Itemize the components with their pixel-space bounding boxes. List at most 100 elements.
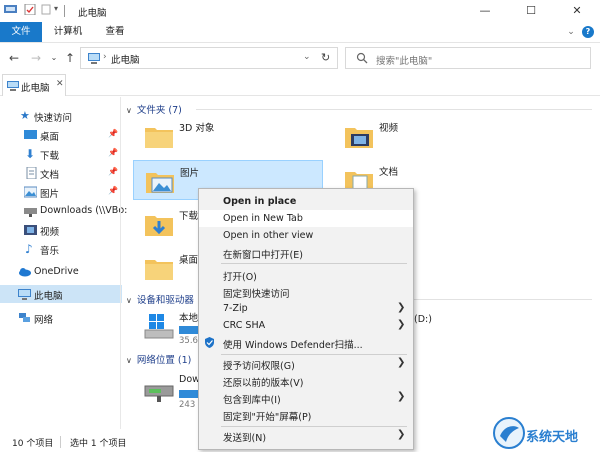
- tab-label: 此电脑: [21, 83, 50, 94]
- sidebar-item-documents[interactable]: 文档 📌: [0, 164, 122, 182]
- menu-item-crc-sha[interactable]: CRC SHA ❯: [199, 317, 413, 334]
- menu-item-defender-scan[interactable]: 使用 Windows Defender扫描...: [199, 334, 413, 351]
- menu-item-open[interactable]: 打开(O): [199, 266, 413, 283]
- computer-icon: [88, 53, 100, 64]
- maximize-button[interactable]: ☐: [508, 0, 554, 22]
- forward-arrow-icon[interactable]: →: [28, 50, 44, 66]
- properties-icon[interactable]: [24, 4, 37, 15]
- menu-item-label: Open in other view: [223, 230, 314, 241]
- menu-item-restore-versions[interactable]: 还原以前的版本(V): [199, 372, 413, 389]
- address-path: 此电脑: [111, 55, 140, 66]
- folder-videos[interactable]: 视频: [333, 116, 523, 156]
- group-header-label: 文件夹 (7): [136, 105, 182, 116]
- sidebar-item-videos[interactable]: 视频: [0, 221, 122, 239]
- menu-item-label: 固定到"开始"屏幕(P): [223, 412, 312, 423]
- navigation-bar: ← → ⌄ ↑ › 此电脑 ⌄ ↻ 搜索"此电脑": [0, 42, 600, 72]
- submenu-arrow-icon: ❯: [397, 391, 406, 402]
- menu-item-include-in-library[interactable]: 包含到库中(I) ❯: [199, 389, 413, 406]
- menu-item-label: 使用 Windows Defender扫描...: [223, 340, 363, 351]
- group-divider: [196, 109, 592, 110]
- document-tab-strip: 此电脑 ✕: [0, 72, 600, 96]
- sidebar-item-label: 下载: [40, 151, 60, 162]
- sidebar-item-downloads[interactable]: ⬇ 下载 📌: [0, 145, 122, 163]
- drive-d-label[interactable]: (D:): [414, 314, 432, 325]
- computer-icon: [18, 289, 31, 300]
- tab-file[interactable]: 文件: [0, 22, 42, 42]
- close-tab-icon[interactable]: ✕: [56, 79, 64, 89]
- windows-drive-icon: [144, 314, 174, 339]
- pin-icon: 📌: [108, 186, 118, 195]
- help-icon[interactable]: ?: [582, 26, 594, 38]
- chevron-down-icon: ∨: [126, 106, 132, 115]
- sidebar-divider: [120, 97, 121, 429]
- network-location-label: Dow: [179, 374, 200, 385]
- music-icon: ♪: [25, 242, 33, 256]
- menu-item-pin-to-start[interactable]: 固定到"开始"屏幕(P): [199, 406, 413, 423]
- sidebar-item-network[interactable]: 网络: [0, 309, 122, 327]
- menu-item-label: 授予访问权限(G): [223, 361, 295, 372]
- group-header-devices[interactable]: ∨ 设备和驱动器: [126, 292, 194, 306]
- recent-locations-icon[interactable]: ⌄: [46, 50, 62, 66]
- refresh-icon[interactable]: ↻: [321, 51, 330, 64]
- sidebar-item-onedrive[interactable]: OneDrive: [0, 263, 122, 281]
- quick-access-dropdown-icon[interactable]: ▾: [54, 4, 58, 18]
- breadcrumb-chevron-icon[interactable]: ›: [103, 52, 107, 62]
- address-dropdown-icon[interactable]: ⌄: [303, 52, 311, 62]
- tab-view[interactable]: 查看: [94, 22, 136, 42]
- new-folder-icon[interactable]: [40, 4, 53, 15]
- sidebar-item-desktop[interactable]: 桌面 📌: [0, 126, 122, 144]
- sidebar-item-label: 视频: [40, 227, 60, 238]
- address-bar[interactable]: › 此电脑 ⌄ ↻: [80, 47, 338, 69]
- group-header-folders[interactable]: ∨ 文件夹 (7): [126, 102, 182, 116]
- folder-label: 视频: [379, 123, 399, 134]
- sidebar-item-network-downloads[interactable]: Downloads (\\VBo:: [0, 202, 127, 220]
- menu-item-label: 固定到快速访问: [223, 289, 290, 300]
- pin-icon: 📌: [108, 129, 118, 138]
- watermark-logo: 系统天地: [488, 414, 600, 452]
- pin-icon: 📌: [108, 167, 118, 176]
- sidebar-item-label: 网络: [34, 315, 54, 326]
- context-menu: Open in place Open in New Tab Open in ot…: [198, 188, 414, 450]
- close-button[interactable]: ✕: [554, 0, 600, 22]
- sidebar-item-label: 图片: [40, 189, 60, 200]
- minimize-button[interactable]: —: [462, 0, 508, 22]
- menu-item-open-in-place[interactable]: Open in place: [199, 193, 413, 210]
- menu-item-7zip[interactable]: 7-Zip ❯: [199, 300, 413, 317]
- desktop-icon: [24, 130, 37, 139]
- folder-3d-objects[interactable]: 3D 对象: [133, 116, 323, 156]
- chevron-down-icon: ∨: [126, 296, 132, 305]
- search-icon: [356, 52, 368, 64]
- menu-item-grant-access[interactable]: 授予访问权限(G) ❯: [199, 355, 413, 372]
- status-separator: [60, 436, 61, 448]
- menu-item-label: CRC SHA: [223, 320, 266, 331]
- search-box[interactable]: 搜索"此电脑": [345, 47, 591, 69]
- submenu-arrow-icon: ❯: [397, 302, 406, 313]
- back-arrow-icon[interactable]: ←: [6, 50, 22, 66]
- tab-this-pc[interactable]: 此电脑 ✕: [2, 74, 66, 96]
- menu-item-pin-quick-access[interactable]: 固定到快速访问: [199, 283, 413, 300]
- sidebar-item-music[interactable]: ♪ 音乐: [0, 240, 122, 258]
- download-icon: ⬇: [25, 147, 36, 161]
- sidebar-item-quick-access[interactable]: ★ 快速访问: [0, 107, 122, 125]
- video-icon: [24, 225, 37, 235]
- star-icon: ★: [20, 109, 30, 122]
- menu-item-send-to[interactable]: 发送到(N) ❯: [199, 427, 413, 444]
- sidebar-item-this-pc[interactable]: 此电脑: [0, 285, 122, 303]
- tab-computer[interactable]: 计算机: [42, 22, 94, 42]
- group-header-label: 设备和驱动器: [136, 295, 194, 306]
- folder-label: 桌面: [179, 255, 199, 266]
- submenu-arrow-icon: ❯: [397, 357, 406, 368]
- group-header-network[interactable]: ∨ 网络位置 (1): [126, 352, 191, 366]
- pin-icon: 📌: [108, 148, 118, 157]
- sidebar-item-pictures[interactable]: 图片 📌: [0, 183, 122, 201]
- up-arrow-icon[interactable]: ↑: [62, 50, 78, 66]
- title-separator: [64, 5, 65, 17]
- menu-item-open-in-new-tab[interactable]: Open in New Tab: [199, 210, 413, 227]
- menu-item-open-in-other-view[interactable]: Open in other view: [199, 227, 413, 244]
- desktop-folder-icon: [145, 260, 173, 280]
- menu-item-open-new-window[interactable]: 在新窗口中打开(E): [199, 244, 413, 261]
- expand-ribbon-icon[interactable]: ⌄: [564, 26, 578, 38]
- picture-icon: [24, 186, 37, 198]
- menu-item-label: 打开(O): [223, 272, 257, 283]
- sidebar-item-label: Downloads (\\VBo:: [40, 205, 128, 216]
